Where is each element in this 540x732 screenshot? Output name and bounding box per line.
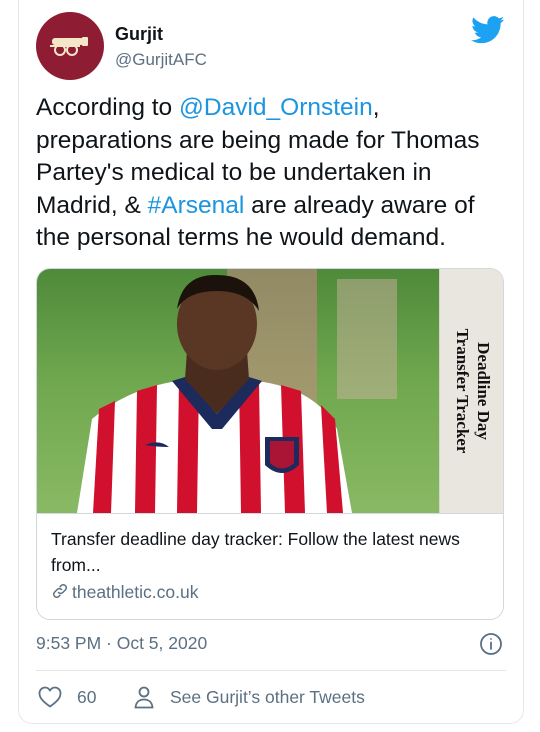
hashtag-link[interactable]: #Arsenal [148,192,245,219]
author-name[interactable]: Gurjit [115,24,163,45]
tweet-timestamp[interactable]: 9:53 PM · Oct 5, 2020 [36,633,207,654]
chain-link-icon [52,583,68,599]
tracker-title-line1: Deadline Day [474,342,493,440]
tweet-text-part: According to [36,94,179,121]
tracker-banner-text: Deadline Day Transfer Tracker [452,316,494,466]
mention-link[interactable]: @David_Ornstein [179,94,373,121]
card-divider [37,513,503,514]
tracker-banner: Deadline Day Transfer Tracker [439,269,503,513]
article-domain-text: theathletic.co.uk [72,582,199,602]
article-image [37,269,439,513]
divider [36,670,506,671]
person-icon[interactable] [133,685,155,709]
info-icon[interactable] [479,632,503,656]
link-preview-card[interactable]: Deadline Day Transfer Tracker Transfer d… [36,268,504,620]
article-domain[interactable]: theathletic.co.uk [51,582,198,603]
like-count[interactable]: 60 [77,687,96,708]
tracker-title-line2: Transfer Tracker [453,328,472,454]
other-tweets-link[interactable]: See Gurjit’s other Tweets [170,687,365,708]
cannon-crest-icon [50,37,88,56]
player-photo [77,269,397,513]
tweet-text: According to @David_Ornstein, preparation… [36,92,506,255]
author-handle[interactable]: @GurjitAFC [115,50,207,70]
twitter-bird-icon[interactable] [471,16,505,44]
tweet-text-part: , [372,94,380,121]
article-title[interactable]: Transfer deadline day tracker: Follow th… [51,526,491,578]
heart-icon[interactable] [38,686,62,708]
avatar[interactable] [36,12,104,80]
